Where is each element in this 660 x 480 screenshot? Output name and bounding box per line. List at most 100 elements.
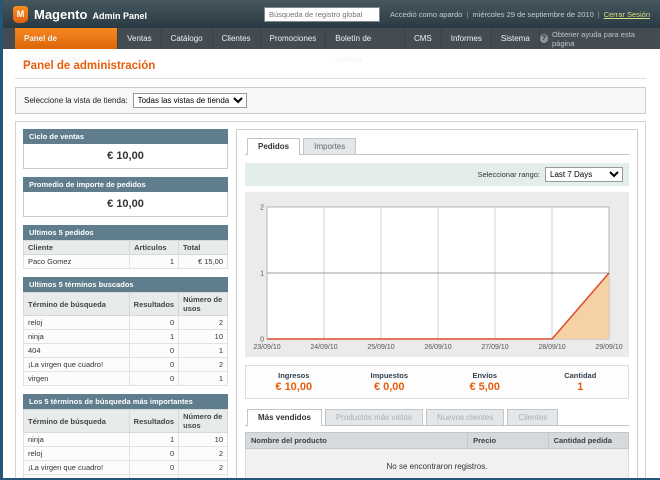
lifetime-sales-box: Ciclo de ventas € 10,00 [23,129,228,169]
results-cell: 0 [129,447,178,461]
nav-item-boletin[interactable]: Boletín de noticias [326,28,405,49]
tab-clientes[interactable]: Clientes [507,409,558,425]
page-title: Panel de administración [15,57,646,79]
nav-item-promociones[interactable]: Promociones [261,28,327,49]
uses-cell: 10 [179,330,228,344]
term-cell: 404 [24,475,130,480]
nav-item-dashboard[interactable]: Panel de administración [15,28,118,49]
uses-cell: 1 [179,344,228,358]
uses-cell: 1 [179,475,228,480]
total-label: Cantidad [533,371,629,380]
svg-text:28/09/10: 28/09/10 [538,344,565,351]
last-search-terms-table: Término de búsqueda Resultados Número de… [23,292,228,386]
customer-cell: Paco Gomez [24,255,130,269]
tab-importes[interactable]: Importes [303,138,356,154]
svg-text:27/09/10: 27/09/10 [481,344,508,351]
store-view-bar: Seleccione la vista de tienda: Todas las… [15,87,646,114]
logged-in-text: Accedió como apardo [390,10,463,19]
orders-panel: Pedidos Importes Seleccionar rango: Last… [236,129,638,480]
table-row[interactable]: 404 0 1 [24,475,228,480]
main-nav: Panel de administración Ventas Catálogo … [3,28,660,49]
svg-text:2: 2 [260,205,264,212]
total-cell: € 15,00 [179,255,228,269]
uses-cell: 2 [179,316,228,330]
term-cell: reloj [24,316,130,330]
average-orders-value: € 10,00 [23,192,228,217]
nav-item-cms[interactable]: CMS [405,28,442,49]
col-header: Artículos [130,241,179,255]
term-cell: ¡La virgen que cuadro! [24,358,130,372]
lifetime-sales-value: € 10,00 [23,144,228,169]
table-row[interactable]: ¡La virgen que cuadro! 0 2 [24,358,228,372]
header: M Magento Admin Panel Accedió como apard… [3,0,660,28]
total-impuestos: Impuestos € 0,00 [342,371,438,393]
global-search-input[interactable] [264,7,380,22]
nav-item-clientes[interactable]: Clientes [213,28,261,49]
term-cell: ¡La virgen que cuadro! [24,461,130,475]
table-row[interactable]: ninja 1 10 [24,433,228,447]
total-ingresos: Ingresos € 10,00 [246,371,342,393]
uses-cell: 10 [179,433,228,447]
uses-cell: 2 [179,447,228,461]
tab-nuevos-clientes[interactable]: Nuevos clientes [426,409,504,425]
top-search-terms-table: Término de búsqueda Resultados Número de… [23,409,228,480]
tab-productos-mas-vistos[interactable]: Productos más vistos [325,409,423,425]
table-row[interactable]: reloj 0 2 [24,447,228,461]
help-link[interactable]: Obtener ayuda para esta página [540,28,650,49]
nav-item-informes[interactable]: Informes [442,28,492,49]
total-envios: Envíos € 5,00 [437,371,533,393]
date-text: miércoles 29 de septiembre de 2010 [472,10,593,19]
table-row[interactable]: 404 0 1 [24,344,228,358]
lifetime-sales-title: Ciclo de ventas [23,129,228,144]
col-header: Total [179,241,228,255]
results-cell: 0 [129,344,178,358]
table-row[interactable]: virgen 0 1 [24,372,228,386]
orders-chart: 23/09/1024/09/1025/09/1026/09/1027/09/10… [249,197,625,355]
svg-text:1: 1 [260,271,264,278]
store-view-select[interactable]: Todas las vistas de tienda [133,93,247,108]
dashboard-body: Ciclo de ventas € 10,00 Promedio de impo… [15,121,646,480]
svg-text:29/09/10: 29/09/10 [595,344,622,351]
last-orders-table: Cliente Artículos Total Paco Gomez 1 € 1… [23,240,228,269]
term-cell: reloj [24,447,130,461]
svg-text:24/09/10: 24/09/10 [310,344,337,351]
col-header: Resultados [129,293,178,316]
page-content: Panel de administración Seleccione la vi… [3,49,660,480]
empty-row: No se encontraron registros. [246,449,629,480]
range-bar: Seleccionar rango: Last 7 Days [245,163,629,186]
magento-logo-icon[interactable]: M [13,6,28,23]
table-row[interactable]: ninja 1 10 [24,330,228,344]
total-label: Impuestos [342,371,438,380]
top-search-terms-box: Los 5 términos de búsqueda más important… [23,394,228,480]
logout-link[interactable]: Cerrar Sesión [604,10,650,19]
svg-text:23/09/10: 23/09/10 [253,344,280,351]
table-row[interactable]: reloj 0 2 [24,316,228,330]
results-cell: 0 [129,372,178,386]
total-value: 1 [533,381,629,393]
total-cantidad: Cantidad 1 [533,371,629,393]
empty-message: No se encontraron registros. [246,449,629,480]
term-cell: virgen [24,372,130,386]
uses-cell: 2 [179,358,228,372]
totals-bar: Ingresos € 10,00 Impuestos € 0,00 Envíos… [245,365,629,399]
table-row[interactable]: ¡La virgen que cuadro! 0 2 [24,461,228,475]
tab-pedidos[interactable]: Pedidos [247,138,300,155]
top-search-terms-title: Los 5 términos de búsqueda más important… [23,394,228,409]
col-header: Número de usos [179,410,228,433]
chart-tabs: Pedidos Importes [245,138,629,155]
table-row[interactable]: Paco Gomez 1 € 15,00 [24,255,228,269]
term-cell: ninja [24,330,130,344]
term-cell: ninja [24,433,130,447]
average-orders-title: Promedio de importe de pedidos [23,177,228,192]
svg-text:0: 0 [260,337,264,344]
results-cell: 1 [129,330,178,344]
results-cell: 0 [129,316,178,330]
last-orders-title: Ultimos 5 pedidos [23,225,228,240]
nav-item-catalogo[interactable]: Catálogo [162,28,213,49]
tab-mas-vendidos[interactable]: Más vendidos [247,409,322,426]
nav-item-sistema[interactable]: Sistema [492,28,540,49]
nav-item-ventas[interactable]: Ventas [118,28,161,49]
range-select[interactable]: Last 7 Days [545,167,623,182]
help-label: Obtener ayuda para esta página [552,30,650,48]
average-orders-box: Promedio de importe de pedidos € 10,00 [23,177,228,217]
